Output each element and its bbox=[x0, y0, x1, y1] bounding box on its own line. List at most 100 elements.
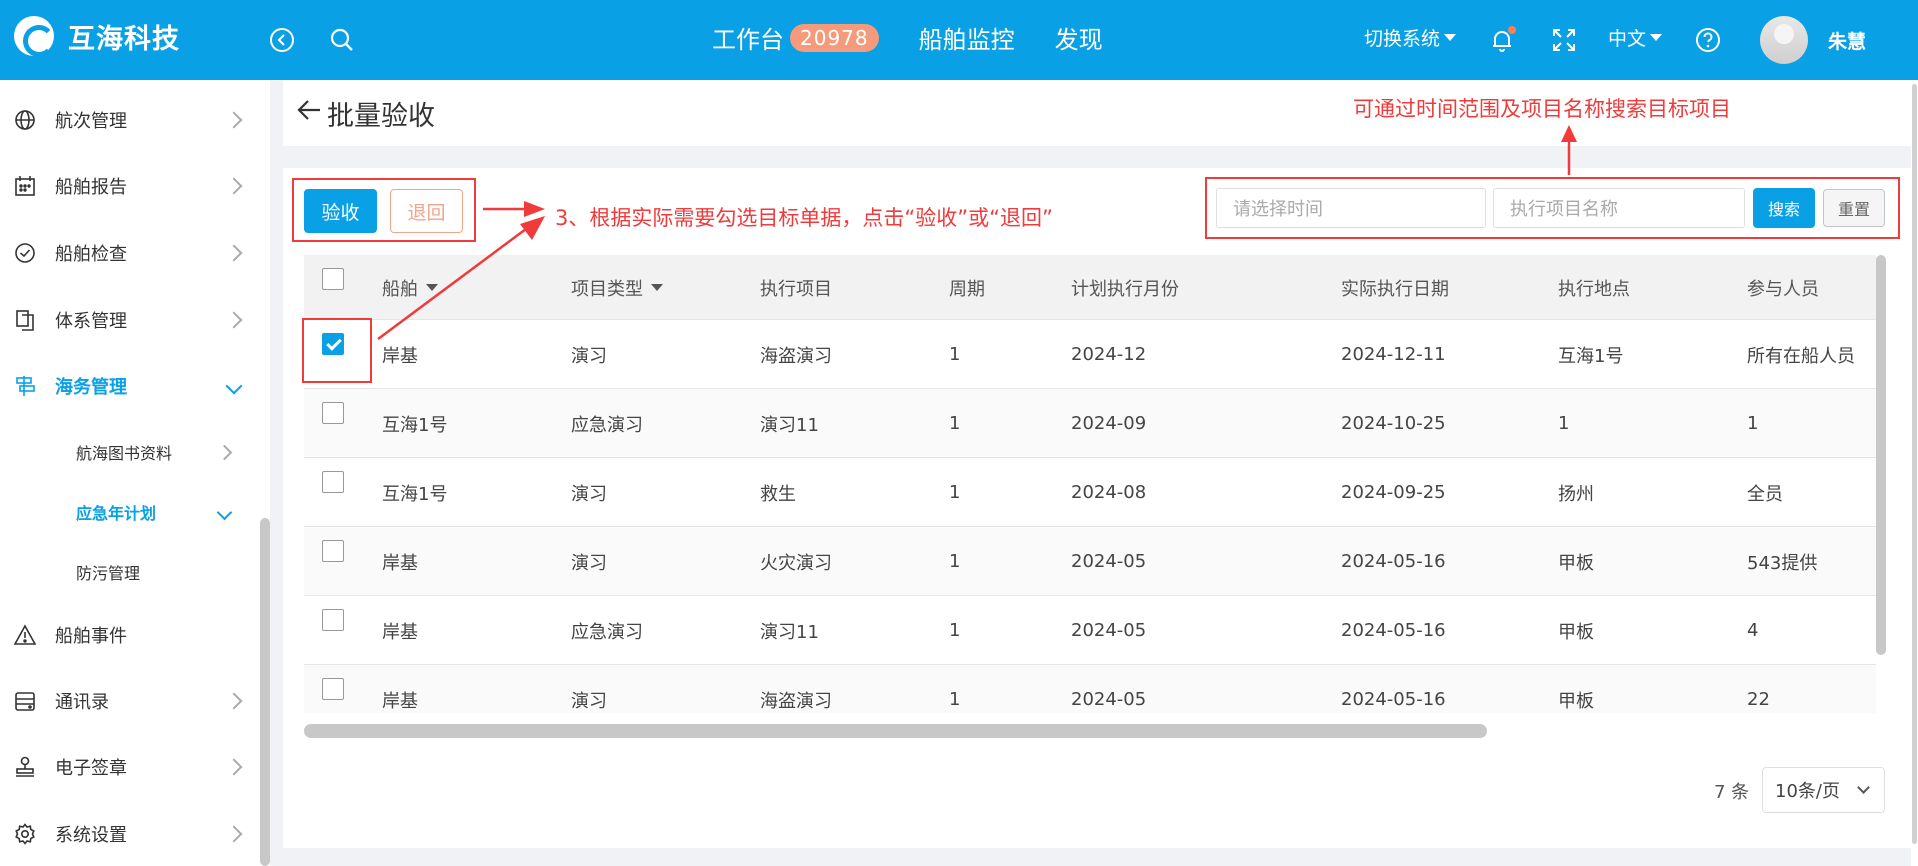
help-icon[interactable] bbox=[1692, 24, 1724, 56]
nav-discover[interactable]: 发现 bbox=[1055, 20, 1103, 55]
username[interactable]: 朱慧 bbox=[1828, 27, 1866, 54]
chevron-down-icon bbox=[225, 377, 243, 395]
cell-type: 演习 bbox=[571, 552, 607, 574]
sidebar-item-settings[interactable]: 系统设置 bbox=[0, 801, 256, 866]
sidebar-item-label: 船舶报告 bbox=[55, 177, 127, 198]
workbench-count-badge: 20978 bbox=[790, 23, 879, 52]
sidebar-subitem-label: 应急年计划 bbox=[76, 504, 157, 523]
cell-type: 应急演习 bbox=[571, 414, 643, 436]
cell-participants: 1 bbox=[1747, 413, 1759, 434]
table-row[interactable]: 岸基 演习 海盗演习 1 2024-12 2024-12-11 互海1号 所有在船人员 bbox=[304, 320, 1876, 389]
cell-type: 演习 bbox=[571, 483, 607, 505]
table-row[interactable]: 岸基 演习 火灾演习 1 2024-05 2024-05-16 甲板 543提供 bbox=[304, 527, 1876, 596]
sidebar-item-label: 海务管理 bbox=[55, 377, 127, 398]
annotation-step-hint: 3、根据实际需要勾选目标单据，点击“验收”或“退回” bbox=[555, 206, 1053, 230]
sidebar-item-e-seal[interactable]: 电子签章 bbox=[0, 734, 256, 800]
column-header-ship[interactable]: 船舶 bbox=[382, 255, 438, 320]
avatar[interactable] bbox=[1760, 16, 1808, 64]
cell-cycle: 1 bbox=[949, 344, 961, 365]
document-copy-icon bbox=[12, 307, 38, 333]
row-checkbox[interactable] bbox=[322, 402, 344, 424]
sidebar-item-ship-report[interactable]: 船舶报告 bbox=[0, 153, 256, 219]
sidebar-item-ship-inspection[interactable]: 船舶检查 bbox=[0, 220, 256, 286]
chevron-right-icon bbox=[225, 692, 243, 710]
chevron-right-icon bbox=[225, 111, 243, 129]
fullscreen-icon[interactable] bbox=[1548, 24, 1580, 56]
data-table: 船舶 项目类型 执行项目 周期 计划执行月份 实际执行日期 执行地点 参与人员 … bbox=[304, 255, 1876, 713]
column-header-cycle: 周期 bbox=[949, 278, 985, 300]
nav-ship-monitor-label: 船舶监控 bbox=[918, 26, 1015, 54]
back-circle-icon[interactable] bbox=[266, 24, 298, 56]
cell-type: 应急演习 bbox=[571, 621, 643, 643]
nav-ship-monitor[interactable]: 船舶监控 bbox=[919, 20, 1015, 55]
table-row[interactable]: 岸基 应急演习 演习11 1 2024-05 2024-05-16 甲板 4 bbox=[304, 596, 1876, 665]
cell-plan-month: 2024-05 bbox=[1071, 620, 1147, 641]
column-header-label: 船舶 bbox=[382, 278, 418, 300]
brand-name: 互海科技 bbox=[68, 23, 180, 55]
row-checkbox[interactable] bbox=[322, 540, 344, 562]
cell-project: 海盗演习 bbox=[760, 690, 832, 712]
cell-plan-month: 2024-08 bbox=[1071, 482, 1147, 503]
bell-icon[interactable] bbox=[1486, 24, 1518, 56]
table-row[interactable]: 岸基 演习 海盗演习 1 2024-05 2024-05-16 甲板 22 bbox=[304, 665, 1876, 713]
nav-workbench-label: 工作台 bbox=[712, 26, 784, 54]
sidebar-subitem-pollution[interactable]: 防污管理 bbox=[0, 544, 256, 600]
cell-ship: 岸基 bbox=[382, 690, 418, 712]
sort-caret-icon bbox=[426, 284, 438, 291]
chevron-right-icon bbox=[225, 244, 243, 262]
signpost-icon bbox=[12, 373, 38, 399]
brand-logo[interactable]: 互海科技 bbox=[14, 16, 180, 57]
search-icon[interactable] bbox=[326, 24, 358, 56]
cell-location: 互海1号 bbox=[1558, 345, 1624, 367]
calendar-icon bbox=[12, 173, 38, 199]
table-row[interactable]: 互海1号 应急演习 演习11 1 2024-09 2024-10-25 1 1 bbox=[304, 389, 1876, 458]
annotation-box-search bbox=[1205, 177, 1900, 239]
nav-discover-label: 发现 bbox=[1054, 26, 1103, 54]
select-all-checkbox[interactable] bbox=[322, 268, 344, 290]
column-header-location: 执行地点 bbox=[1558, 278, 1630, 300]
cell-ship: 岸基 bbox=[382, 345, 418, 367]
switch-system-dropdown[interactable]: 切换系统 bbox=[1364, 24, 1457, 51]
notification-dot bbox=[1508, 26, 1516, 34]
page-scrollbar[interactable] bbox=[1912, 84, 1917, 844]
cell-location: 甲板 bbox=[1558, 552, 1594, 574]
cell-project: 救生 bbox=[760, 483, 796, 505]
cell-participants: 全员 bbox=[1747, 483, 1783, 505]
table-row[interactable]: 互海1号 演习 救生 1 2024-08 2024-09-25 扬州 全员 bbox=[304, 458, 1876, 527]
nav-workbench[interactable]: 工作台 20978 bbox=[712, 20, 879, 55]
annotation-box-checkbox bbox=[302, 318, 372, 383]
sidebar-subitem-nautical-books[interactable]: 航海图书资料 bbox=[0, 424, 256, 480]
sidebar-scrollbar[interactable] bbox=[260, 518, 270, 866]
page-size-select[interactable]: 10条/页 bbox=[1762, 767, 1885, 813]
cell-plan-month: 2024-09 bbox=[1071, 413, 1147, 434]
cell-participants: 543提供 bbox=[1747, 552, 1818, 574]
column-header-actual-date: 实际执行日期 bbox=[1341, 278, 1449, 300]
address-book-icon bbox=[12, 688, 38, 714]
sort-caret-icon bbox=[651, 284, 663, 291]
table-horizontal-scrollbar[interactable] bbox=[304, 724, 1487, 738]
cell-plan-month: 2024-05 bbox=[1071, 689, 1147, 710]
cell-location: 扬州 bbox=[1558, 483, 1594, 505]
language-dropdown[interactable]: 中文 bbox=[1608, 24, 1663, 51]
back-arrow-icon[interactable] bbox=[295, 96, 323, 124]
chevron-right-icon bbox=[225, 177, 243, 195]
sidebar-subitem-emergency-plan[interactable]: 应急年计划 bbox=[0, 484, 256, 540]
cell-actual-date: 2024-05-16 bbox=[1341, 551, 1446, 572]
sidebar-item-marine-affairs[interactable]: 海务管理 bbox=[0, 353, 256, 419]
table-vertical-scrollbar[interactable] bbox=[1876, 255, 1886, 655]
logo-icon bbox=[14, 16, 55, 57]
main-nav: 工作台 20978 船舶监控 发现 bbox=[712, 20, 1143, 55]
sidebar-item-contacts[interactable]: 通讯录 bbox=[0, 668, 256, 734]
sidebar-item-ship-events[interactable]: 船舶事件 bbox=[0, 602, 256, 668]
sidebar-item-label: 通讯录 bbox=[55, 692, 109, 713]
sidebar-item-voyage[interactable]: 航次管理 bbox=[0, 87, 256, 153]
cell-plan-month: 2024-05 bbox=[1071, 551, 1147, 572]
row-checkbox[interactable] bbox=[322, 609, 344, 631]
sidebar-item-system-management[interactable]: 体系管理 bbox=[0, 287, 256, 353]
column-header-type[interactable]: 项目类型 bbox=[571, 255, 663, 320]
row-checkbox[interactable] bbox=[322, 471, 344, 493]
stamp-icon bbox=[12, 754, 38, 780]
cell-cycle: 1 bbox=[949, 551, 961, 572]
cell-type: 演习 bbox=[571, 345, 607, 367]
row-checkbox[interactable] bbox=[322, 678, 344, 700]
